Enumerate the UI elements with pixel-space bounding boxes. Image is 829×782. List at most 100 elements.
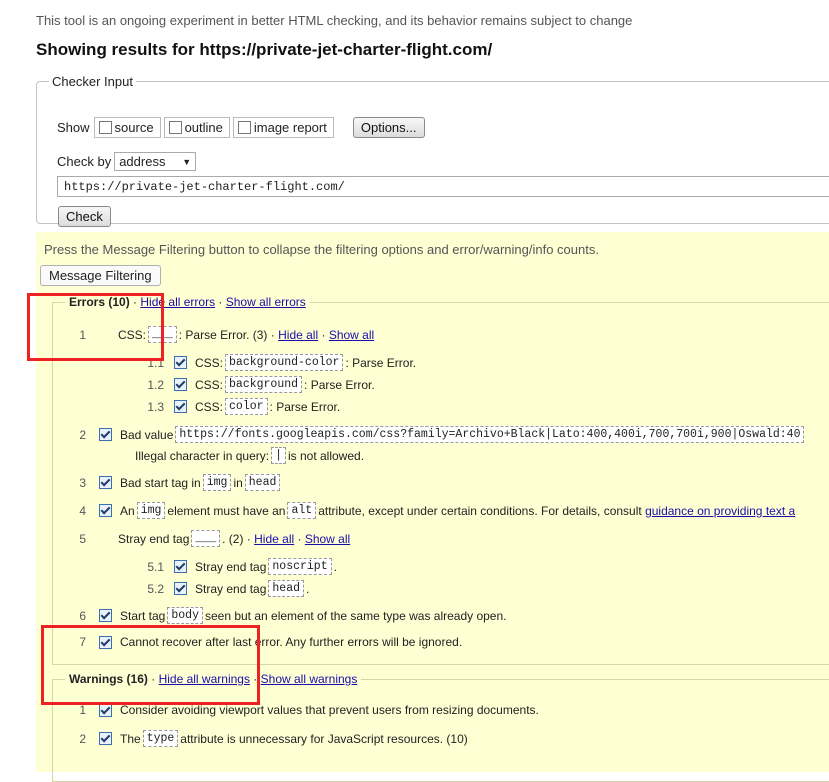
error-code: https://fonts.googleapis.com/css?family=…: [175, 426, 805, 443]
error-text: .: [306, 581, 310, 596]
warning-2: 2 The type attribute is unnecessary for …: [60, 730, 468, 747]
error-checkbox[interactable]: [174, 378, 187, 391]
error-code: |: [271, 447, 286, 464]
error-code: background: [225, 376, 303, 393]
error-6: 6 Start tag body seen but an element of …: [60, 607, 507, 624]
error-text: CSS:: [195, 399, 224, 414]
error-text: is not allowed.: [287, 448, 365, 463]
warning-text: The: [120, 731, 141, 746]
error-text: Bad value: [120, 427, 174, 442]
error-text: An: [120, 503, 135, 518]
hide-all-link[interactable]: Hide all: [254, 532, 294, 546]
errors-count: Errors (10): [69, 295, 130, 309]
show-all-link[interactable]: Show all: [305, 532, 350, 546]
error-code: ___: [191, 530, 221, 547]
message-filtering-button[interactable]: Message Filtering: [40, 265, 161, 286]
error-code: ___: [148, 326, 177, 343]
error-number: 5: [79, 531, 86, 546]
error-3: 3 Bad start tag in img in head: [60, 474, 282, 491]
source-option[interactable]: source: [93, 117, 161, 138]
warning-checkbox[interactable]: [99, 732, 112, 745]
error-code: head: [244, 474, 281, 491]
image-report-checkbox[interactable]: [237, 121, 251, 134]
chevron-down-icon: ▼: [182, 156, 192, 167]
warning-text: Consider avoiding viewport values that p…: [120, 703, 539, 717]
error-text: CSS:: [195, 377, 224, 392]
check-by-select[interactable]: address ▼: [114, 152, 197, 171]
error-text: . (2) ·: [222, 531, 251, 546]
error-text: : Parse Error.: [304, 377, 375, 392]
error-code: body: [167, 607, 203, 624]
show-all-errors-link[interactable]: Show all errors: [226, 295, 306, 309]
error-code: img: [136, 502, 166, 519]
error-number: 1.2: [147, 377, 164, 392]
error-checkbox[interactable]: [99, 609, 112, 622]
show-label: Show: [57, 120, 90, 135]
warning-checkbox[interactable]: [99, 703, 112, 717]
error-text: Cannot recover after last error. Any fur…: [120, 635, 463, 649]
check-button[interactable]: Check: [58, 206, 111, 227]
filter-note: Press the Message Filtering button to co…: [44, 242, 599, 257]
error-2: 2 Bad value https://fonts.googleapis.com…: [60, 426, 806, 443]
error-text: .: [333, 559, 337, 574]
error-number: 6: [79, 608, 86, 623]
warning-number: 1: [79, 703, 86, 717]
guidance-link[interactable]: guidance on providing text a: [645, 504, 795, 518]
error-checkbox[interactable]: [99, 428, 112, 441]
error-number: 2: [79, 427, 86, 442]
intro-text: This tool is an ongoing experiment in be…: [36, 13, 633, 28]
error-text: CSS:: [195, 355, 224, 370]
source-label: source: [114, 120, 154, 135]
error-number: 4: [79, 503, 86, 518]
checker-input: Checker Input Show source outline image …: [36, 74, 829, 227]
error-text: Stray end tag: [118, 531, 190, 546]
image-report-option[interactable]: image report: [232, 117, 334, 138]
error-text: in: [233, 475, 243, 490]
error-checkbox[interactable]: [174, 356, 187, 369]
warning-1: 1 Consider avoiding viewport values that…: [60, 703, 539, 717]
error-text: : Parse Error. (3) ·: [178, 327, 275, 342]
error-text: seen but an element of the same type was…: [204, 608, 507, 623]
error-checkbox[interactable]: [174, 560, 187, 573]
url-input[interactable]: https://private-jet-charter-flight.com/: [57, 176, 829, 197]
error-number: 5.1: [147, 559, 164, 574]
source-checkbox[interactable]: [98, 121, 112, 134]
hide-all-warnings-link[interactable]: Hide all warnings: [159, 672, 250, 686]
error-number: 5.2: [147, 581, 164, 596]
results-panel: Press the Message Filtering button to co…: [36, 232, 829, 782]
show-all-warnings-link[interactable]: Show all warnings: [261, 672, 358, 686]
error-number: 1.3: [147, 399, 164, 414]
error-number: 3: [79, 475, 86, 490]
errors-legend: Errors (10) · Hide all errors · Show all…: [69, 295, 306, 309]
outline-checkbox[interactable]: [168, 121, 182, 134]
error-checkbox[interactable]: [99, 504, 112, 517]
warnings-count: Warnings (16): [69, 672, 148, 686]
outline-option[interactable]: outline: [163, 117, 230, 138]
error-checkbox[interactable]: [174, 400, 187, 413]
warnings-legend: Warnings (16) · Hide all warnings · Show…: [69, 672, 358, 686]
error-5: 5 Stray end tag ___ . (2) · Hide all · S…: [60, 530, 350, 547]
hide-all-link[interactable]: Hide all: [278, 328, 318, 342]
warnings-group: Warnings (16) · Hide all warnings · Show…: [52, 672, 829, 782]
image-report-label: image report: [253, 120, 327, 135]
error-number: 1.1: [147, 355, 164, 370]
show-all-link[interactable]: Show all: [329, 328, 374, 342]
error-number: 1: [79, 327, 86, 342]
options-button[interactable]: Options...: [352, 117, 425, 138]
error-checkbox[interactable]: [99, 476, 112, 489]
warning-text: attribute is unnecessary for JavaScript …: [180, 731, 468, 746]
show-options-row: Show source outline image report Options…: [57, 117, 425, 138]
error-code: color: [225, 398, 268, 415]
error-5-2: 5.2 Stray end tag head .: [136, 580, 309, 597]
error-checkbox[interactable]: [174, 582, 187, 595]
hide-all-errors-link[interactable]: Hide all errors: [140, 295, 215, 309]
error-text: Stray end tag: [195, 559, 267, 574]
error-number: 7: [79, 635, 86, 649]
error-code: head: [268, 580, 304, 597]
error-text: : Parse Error.: [269, 399, 341, 414]
error-code: background-color: [225, 354, 344, 371]
check-by-value: address: [119, 154, 166, 169]
error-text: Stray end tag: [195, 581, 267, 596]
error-checkbox[interactable]: [99, 635, 112, 649]
error-7: 7 Cannot recover after last error. Any f…: [60, 635, 462, 649]
